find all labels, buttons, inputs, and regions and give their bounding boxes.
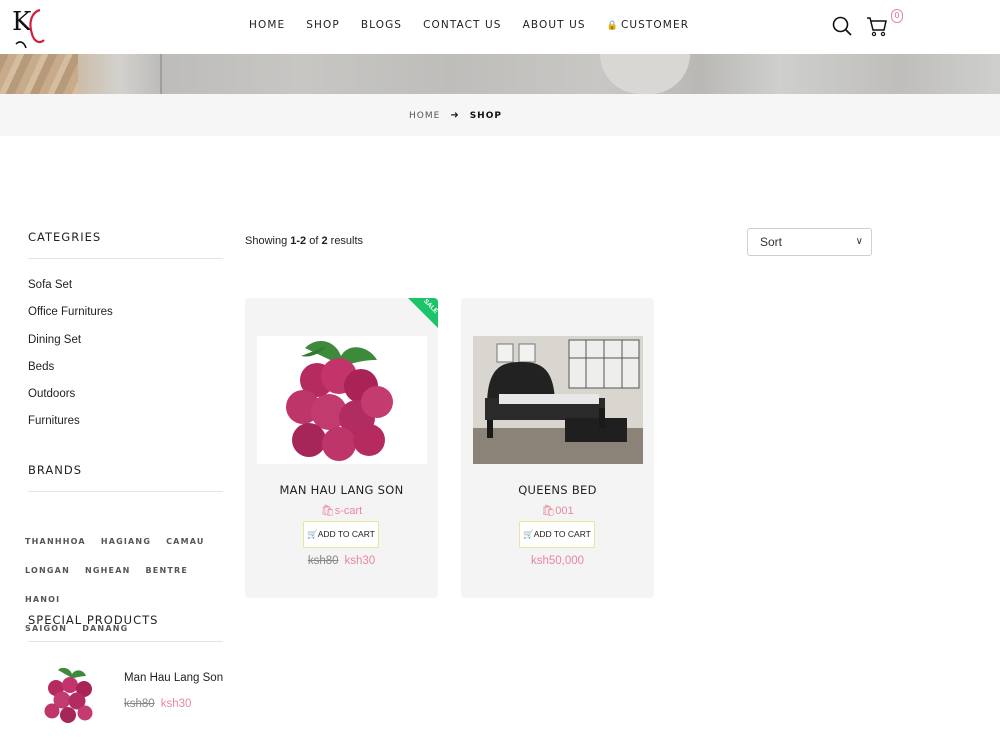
- nav-shop[interactable]: SHOP: [306, 19, 340, 31]
- brand-item[interactable]: CAMAU: [166, 537, 204, 560]
- results-range: 1-2: [290, 235, 307, 247]
- nav-about-us[interactable]: ABOUT US: [523, 19, 586, 31]
- product-sku-text: s-cart: [334, 505, 363, 517]
- search-icon[interactable]: [831, 15, 853, 37]
- product-title[interactable]: QUEENS BED: [461, 483, 654, 497]
- breadcrumb-current: SHOP: [469, 110, 502, 121]
- add-to-cart-label: ADD TO CART: [317, 529, 375, 539]
- chevron-down-icon: ∨: [855, 236, 863, 247]
- sort-label: Sort: [760, 235, 783, 249]
- sidebar: CATEGRIES Sofa Set Office Furnitures Din…: [28, 230, 223, 492]
- special-product-image[interactable]: [40, 664, 98, 726]
- bag-icon: 🛍: [320, 505, 335, 517]
- product-card[interactable]: SALE MAN HAU LANG SON 🛍s-cart 🛒ADD TO CA…: [245, 298, 438, 598]
- add-to-cart-button[interactable]: 🛒ADD TO CART: [303, 521, 379, 548]
- category-item[interactable]: Furnitures: [28, 415, 223, 442]
- breadcrumb: HOME ➜ SHOP: [0, 94, 1000, 136]
- cart-icon: 🛒: [523, 529, 534, 539]
- product-image[interactable]: [257, 336, 427, 464]
- brand-item[interactable]: LONGAN: [25, 566, 70, 589]
- product-sku: 🛍001: [461, 504, 654, 517]
- nav-customer[interactable]: 🔒 CUSTOMER: [607, 19, 689, 31]
- category-item[interactable]: Beds: [28, 361, 223, 388]
- banner-divider: [160, 54, 162, 94]
- results-count: Showing 1-2 of 2 results: [245, 235, 363, 247]
- svg-text:K: K: [12, 7, 32, 37]
- arrow-right-icon: ➜: [450, 110, 460, 121]
- product-sku: 🛍s-cart: [245, 504, 438, 517]
- cart-icon: 🛒: [307, 529, 318, 539]
- results-of: of: [306, 235, 322, 247]
- product-price-value: ksh50,000: [530, 555, 585, 567]
- sort-select[interactable]: Sort ∨: [747, 228, 872, 256]
- special-product-item[interactable]: Man Hau Lang Son ksh80 ksh30: [40, 664, 230, 730]
- brands-title: BRANDS: [28, 463, 223, 492]
- hero-banner: [0, 54, 1000, 94]
- banner-decor: [600, 54, 690, 94]
- sale-price: ksh30: [344, 555, 376, 567]
- brand-item[interactable]: HAGIANG: [101, 537, 151, 560]
- product-image[interactable]: [473, 336, 643, 464]
- old-price: ksh80: [307, 555, 339, 567]
- cart-count-badge: 0: [891, 9, 903, 23]
- banner-wood-texture: [0, 54, 78, 94]
- add-to-cart-button[interactable]: 🛒ADD TO CART: [519, 521, 595, 548]
- product-title[interactable]: MAN HAU LANG SON: [245, 483, 438, 497]
- special-products-title: SPECIAL PRODUCTS: [28, 613, 223, 642]
- special-product-name[interactable]: Man Hau Lang Son: [124, 672, 223, 684]
- main-nav: HOME SHOP BLOGS CONTACT US ABOUT US 🔒 CUS…: [249, 19, 710, 31]
- product-price: ksh80 ksh30: [245, 555, 438, 567]
- add-to-cart-label: ADD TO CART: [533, 529, 591, 539]
- bag-icon: 🛍: [541, 505, 556, 517]
- category-item[interactable]: Outdoors: [28, 388, 223, 415]
- sale-badge: SALE: [408, 298, 438, 328]
- cart-icon[interactable]: [866, 15, 888, 37]
- product-sku-text: 001: [555, 505, 574, 517]
- lock-icon: 🔒: [606, 21, 619, 31]
- nav-home[interactable]: HOME: [249, 19, 285, 31]
- results-suffix: results: [327, 235, 364, 247]
- nav-blogs[interactable]: BLOGS: [361, 19, 402, 31]
- category-item[interactable]: Office Furnitures: [28, 306, 223, 333]
- brand-item[interactable]: BENTRE: [145, 566, 188, 589]
- site-header: K HOME SHOP BLOGS CONTACT US ABOUT US 🔒 C…: [0, 0, 1000, 54]
- breadcrumb-home[interactable]: HOME: [409, 111, 440, 121]
- results-prefix: Showing: [245, 235, 291, 247]
- categories-title: CATEGRIES: [28, 230, 223, 259]
- site-logo[interactable]: K: [10, 4, 50, 50]
- nav-contact-us[interactable]: CONTACT US: [423, 19, 501, 31]
- sale-price: ksh30: [160, 698, 192, 710]
- brand-item[interactable]: THANHHOA: [25, 537, 86, 560]
- special-product-price: ksh80 ksh30: [124, 698, 191, 710]
- category-item[interactable]: Sofa Set: [28, 279, 223, 306]
- category-item[interactable]: Dining Set: [28, 334, 223, 361]
- brand-item[interactable]: NGHEAN: [85, 566, 131, 589]
- product-price: ksh50,000: [461, 555, 654, 567]
- categories-list: Sofa Set Office Furnitures Dining Set Be…: [28, 279, 223, 443]
- nav-customer-label: CUSTOMER: [620, 19, 690, 31]
- product-card[interactable]: QUEENS BED 🛍001 🛒ADD TO CART ksh50,000: [461, 298, 654, 598]
- old-price: ksh80: [124, 698, 155, 710]
